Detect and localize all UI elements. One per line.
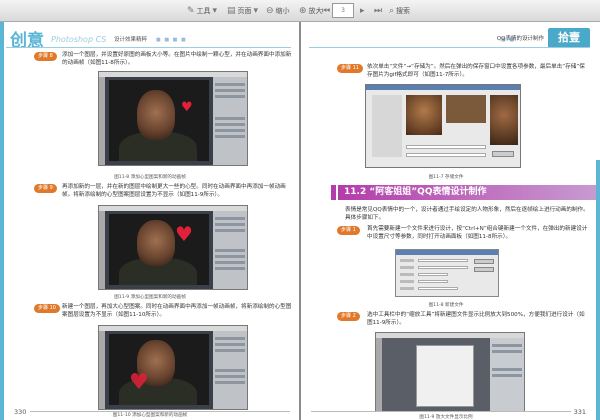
- footer-rule: [311, 411, 571, 412]
- footer-rule: [30, 411, 290, 412]
- figure-caption: 图11-8 添加心型图案和新的动画帧: [114, 175, 186, 180]
- book-logo-sub: Photoshop CS: [51, 35, 107, 44]
- step-badge: 步骤 8: [34, 52, 57, 61]
- figure-caption: 图11-7 存储文件: [428, 175, 464, 180]
- step-text: 再添加新的一层，并在新的图层中绘制更大一些的心型。同时在动画界面中再添加一帧动画…: [62, 184, 286, 198]
- zoom-out-icon: ⊖: [266, 6, 274, 16]
- book-logo-tail: 设计效果精粹: [114, 37, 148, 43]
- step-badge: 步骤 11: [337, 64, 363, 73]
- zoom-out-button[interactable]: ⊖ 缩小: [262, 3, 294, 19]
- heart-icon: ♥: [175, 222, 193, 246]
- header-dots: ■ ■ ■ ■: [156, 37, 187, 43]
- reader-toolbar: ✎ 工具 ▾ ▤ 页面 ▾ ⊖ 缩小 ⊕ 放大 ⏮ 3 ▸ ⏭ ⌕ 搜索: [0, 0, 600, 22]
- tools-icon: ✎: [187, 6, 195, 16]
- blank-canvas: [416, 345, 474, 407]
- last-page-icon: ⏭: [374, 6, 383, 16]
- step-badge: 步骤 10: [34, 304, 60, 313]
- step-text: 选中工具栏中的“缩放工具”将新建图文件显示比例放大到500%，方便我们进行设计（…: [367, 312, 585, 326]
- heart-icon: ♥: [129, 370, 149, 395]
- last-page-button[interactable]: ⏭: [370, 3, 386, 19]
- step-text: 新建一个图层，再加大心型图案。同时在动画界面中再添加一帧动画帧，将新添绘制的心型…: [62, 304, 292, 318]
- page-label: 页面: [237, 7, 252, 15]
- left-edge-bar: [0, 22, 4, 420]
- first-page-icon: ⏮: [322, 6, 331, 16]
- search-label: 搜索: [396, 7, 411, 15]
- tools-menu-button[interactable]: ✎ 工具 ▾: [183, 3, 221, 19]
- zoom-in-icon: ⊕: [299, 6, 307, 16]
- next-page-button[interactable]: ▸: [356, 3, 369, 19]
- figure-caption: 图11-10 添加心型图案和新的动画帧: [112, 413, 188, 418]
- figure-caption: 图11-9 添加心型图案和新的动画帧: [114, 295, 186, 300]
- step-badge: 步骤 1: [337, 226, 360, 235]
- next-page-icon: ▸: [360, 6, 365, 16]
- chapter-title: QQ表情的设计制作: [496, 36, 544, 42]
- page-number: 331: [573, 408, 586, 416]
- figure-caption: 图11-9 放大文件显示比例: [419, 415, 473, 420]
- chevron-down-icon: ▾: [253, 6, 259, 16]
- thumbnail: [406, 95, 442, 135]
- search-icon: ⌕: [389, 6, 395, 16]
- page-number: 330: [14, 408, 27, 416]
- right-edge-bar: [596, 160, 600, 420]
- figure-screenshot: [365, 84, 521, 168]
- step-badge: 步骤 9: [34, 184, 57, 193]
- right-page: ■ ■ QQ表情的设计制作 拾壹 步骤 11 依次单击“文件”→“存储为”。然后…: [301, 22, 600, 420]
- chapter-tag: 拾壹: [548, 28, 590, 48]
- heart-icon: ♥: [181, 100, 193, 115]
- figure-screenshot: ♥: [98, 325, 248, 410]
- tools-label: 工具: [196, 7, 211, 15]
- page-icon: ▤: [227, 6, 236, 16]
- step-badge: 步骤 2: [337, 312, 360, 321]
- intro-text: 表情是常见QQ表情中的一个，设计者通过手绘设定的人物形象，然后在逐帧绘上进行动画…: [345, 207, 589, 221]
- step-text: 添加一个图层，并设置好原图的画板大小等。在图片中绘制一颗心型，并在动画界面中添加…: [62, 52, 292, 66]
- figure-screenshot: [375, 332, 525, 412]
- header-rule: [309, 47, 589, 48]
- figure-screenshot: ♥: [98, 71, 248, 166]
- search-button[interactable]: ⌕ 搜索: [385, 3, 414, 19]
- left-page: 创意 Photoshop CS 设计效果精粹 ■ ■ ■ ■ 步骤 8 添加一个…: [0, 22, 299, 420]
- step-text: 首先需要新建一个文件来进行设计，按“Ctrl+N”组合键新建一个文件，在弹出的新…: [367, 226, 588, 240]
- page-menu-button[interactable]: ▤ 页面 ▾: [223, 3, 262, 19]
- figure-screenshot: ♥: [98, 205, 248, 290]
- step-text: 依次单击“文件”→“存储为”。然后在弹出的保存窗口中设置各项参数，最后单击“存储…: [367, 64, 585, 78]
- figure-caption: 图11-8 新建文件: [428, 303, 464, 308]
- zoom-out-label: 缩小: [275, 7, 290, 15]
- section-marker: [331, 185, 336, 200]
- section-title: 11.2 “阿客姐姐”QQ表情设计制作: [338, 185, 596, 200]
- chevron-down-icon: ▾: [212, 6, 218, 16]
- page-number-field[interactable]: 3: [332, 3, 354, 18]
- figure-screenshot: [395, 249, 499, 297]
- header-rule: [6, 47, 291, 48]
